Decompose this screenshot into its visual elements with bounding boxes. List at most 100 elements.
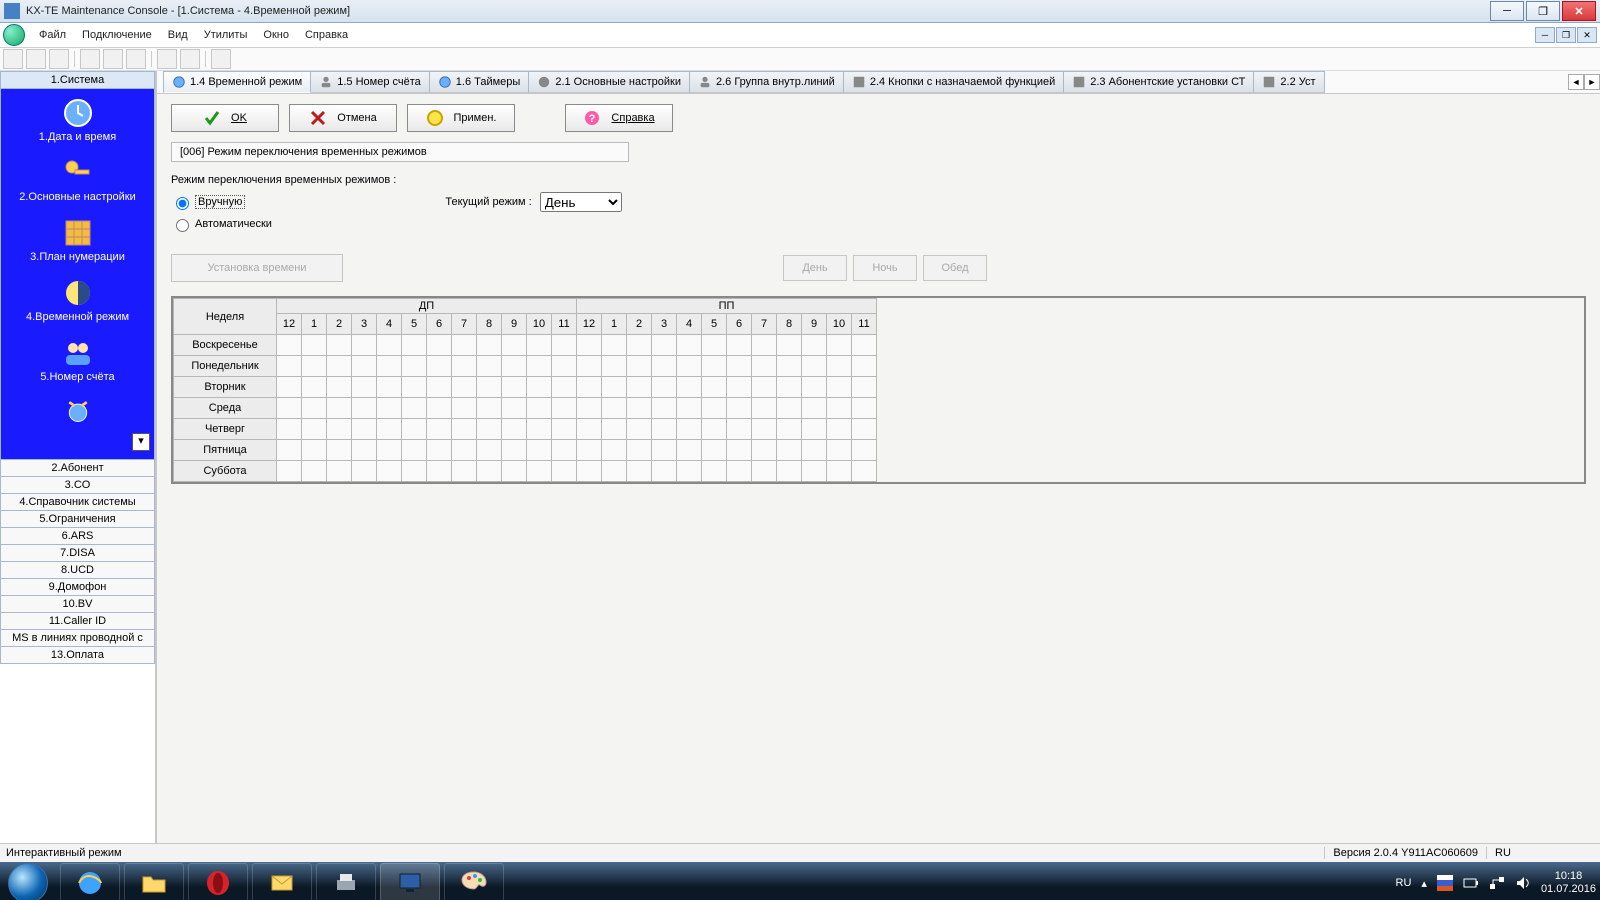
sidebar-item-basic-settings[interactable]: 2.Основные настройки <box>1 149 154 209</box>
tab-account[interactable]: 1.5 Номер счёта <box>311 71 430 93</box>
schedule-cell[interactable] <box>452 461 477 482</box>
schedule-cell[interactable] <box>777 335 802 356</box>
mode-lunch-button[interactable]: Обед <box>923 255 987 281</box>
setup-time-button[interactable]: Установка времени <box>171 254 343 282</box>
schedule-cell[interactable] <box>627 461 652 482</box>
schedule-cell[interactable] <box>852 461 877 482</box>
schedule-cell[interactable] <box>377 356 402 377</box>
current-mode-select[interactable]: День <box>540 192 622 212</box>
schedule-cell[interactable] <box>427 461 452 482</box>
schedule-cell[interactable] <box>777 356 802 377</box>
schedule-cell[interactable] <box>352 356 377 377</box>
schedule-cell[interactable] <box>352 335 377 356</box>
schedule-cell[interactable] <box>352 377 377 398</box>
schedule-cell[interactable] <box>727 377 752 398</box>
sidebar-item-datetime[interactable]: 1.Дата и время <box>1 89 154 149</box>
schedule-cell[interactable] <box>377 335 402 356</box>
schedule-cell[interactable] <box>852 335 877 356</box>
schedule-cell[interactable] <box>802 356 827 377</box>
schedule-cell[interactable] <box>852 377 877 398</box>
toolbar-screen-icon[interactable] <box>157 49 177 69</box>
schedule-cell[interactable] <box>502 398 527 419</box>
schedule-cell[interactable] <box>777 377 802 398</box>
schedule-cell[interactable] <box>552 461 577 482</box>
tab-scroll-right-button[interactable]: ► <box>1584 74 1600 90</box>
schedule-cell[interactable] <box>477 398 502 419</box>
schedule-cell[interactable] <box>327 398 352 419</box>
schedule-cell[interactable] <box>827 335 852 356</box>
schedule-cell[interactable] <box>802 440 827 461</box>
schedule-cell[interactable] <box>527 356 552 377</box>
schedule-cell[interactable] <box>752 356 777 377</box>
schedule-cell[interactable] <box>852 356 877 377</box>
schedule-cell[interactable] <box>427 377 452 398</box>
schedule-cell[interactable] <box>352 419 377 440</box>
taskbar-app-kxte[interactable] <box>380 863 440 900</box>
toolbar-open-icon[interactable] <box>26 49 46 69</box>
mdi-minimize-button[interactable]: ─ <box>1535 27 1555 43</box>
schedule-cell[interactable] <box>552 419 577 440</box>
schedule-cell[interactable] <box>652 440 677 461</box>
schedule-cell[interactable] <box>477 335 502 356</box>
schedule-cell[interactable] <box>652 377 677 398</box>
schedule-cell[interactable] <box>552 377 577 398</box>
sidebar-group-disa[interactable]: 7.DISA <box>0 545 155 562</box>
schedule-cell[interactable] <box>777 419 802 440</box>
schedule-cell[interactable] <box>402 440 427 461</box>
schedule-cell[interactable] <box>402 398 427 419</box>
schedule-cell[interactable] <box>677 356 702 377</box>
schedule-cell[interactable] <box>302 440 327 461</box>
tab-funcbuttons[interactable]: 2.4 Кнопки с назначаемой функцией <box>844 71 1064 93</box>
schedule-cell[interactable] <box>327 461 352 482</box>
taskbar-app-printer[interactable] <box>316 863 376 900</box>
sidebar-group-bv[interactable]: 10.BV <box>0 596 155 613</box>
schedule-cell[interactable] <box>727 440 752 461</box>
schedule-cell[interactable] <box>277 335 302 356</box>
mode-auto-radio[interactable] <box>176 219 189 232</box>
schedule-cell[interactable] <box>727 419 752 440</box>
sidebar-scroll-button[interactable]: ▾ <box>132 433 150 451</box>
schedule-cell[interactable] <box>827 377 852 398</box>
schedule-cell[interactable] <box>577 398 602 419</box>
schedule-cell[interactable] <box>277 419 302 440</box>
mdi-restore-button[interactable]: ❐ <box>1556 27 1576 43</box>
mode-night-button[interactable]: Ночь <box>853 255 917 281</box>
schedule-cell[interactable] <box>527 377 552 398</box>
mdi-close-button[interactable]: ✕ <box>1577 27 1597 43</box>
sidebar-header[interactable]: 1.Система <box>0 71 155 89</box>
schedule-cell[interactable] <box>652 335 677 356</box>
schedule-cell[interactable] <box>402 461 427 482</box>
sidebar-item-numbering[interactable]: 3.План нумерации <box>1 209 154 269</box>
schedule-cell[interactable] <box>727 461 752 482</box>
schedule-cell[interactable] <box>602 419 627 440</box>
schedule-cell[interactable] <box>852 440 877 461</box>
schedule-cell[interactable] <box>652 419 677 440</box>
tray-lang[interactable]: RU <box>1396 877 1412 889</box>
toolbar-print-icon[interactable] <box>180 49 200 69</box>
schedule-cell[interactable] <box>477 461 502 482</box>
schedule-cell[interactable] <box>377 440 402 461</box>
schedule-cell[interactable] <box>277 440 302 461</box>
schedule-cell[interactable] <box>502 356 527 377</box>
sidebar-group-subscriber[interactable]: 2.Абонент <box>0 460 155 477</box>
schedule-cell[interactable] <box>602 377 627 398</box>
schedule-cell[interactable] <box>627 377 652 398</box>
sidebar-group-co[interactable]: 3.CO <box>0 477 155 494</box>
sidebar-group-ucd[interactable]: 8.UCD <box>0 562 155 579</box>
tab-ct-settings[interactable]: 2.3 Абонентские установки СТ <box>1064 71 1254 93</box>
window-maximize-button[interactable] <box>1526 1 1560 21</box>
tab-scroll-left-button[interactable]: ◄ <box>1568 74 1584 90</box>
schedule-cell[interactable] <box>552 398 577 419</box>
schedule-cell[interactable] <box>527 398 552 419</box>
schedule-cell[interactable] <box>702 335 727 356</box>
schedule-cell[interactable] <box>302 461 327 482</box>
schedule-cell[interactable] <box>552 335 577 356</box>
menu-window[interactable]: Окно <box>255 27 297 43</box>
schedule-cell[interactable] <box>752 398 777 419</box>
schedule-cell[interactable] <box>502 377 527 398</box>
schedule-cell[interactable] <box>827 419 852 440</box>
schedule-cell[interactable] <box>752 419 777 440</box>
schedule-cell[interactable] <box>302 377 327 398</box>
schedule-cell[interactable] <box>802 419 827 440</box>
sidebar-group-doorphone[interactable]: 9.Домофон <box>0 579 155 596</box>
